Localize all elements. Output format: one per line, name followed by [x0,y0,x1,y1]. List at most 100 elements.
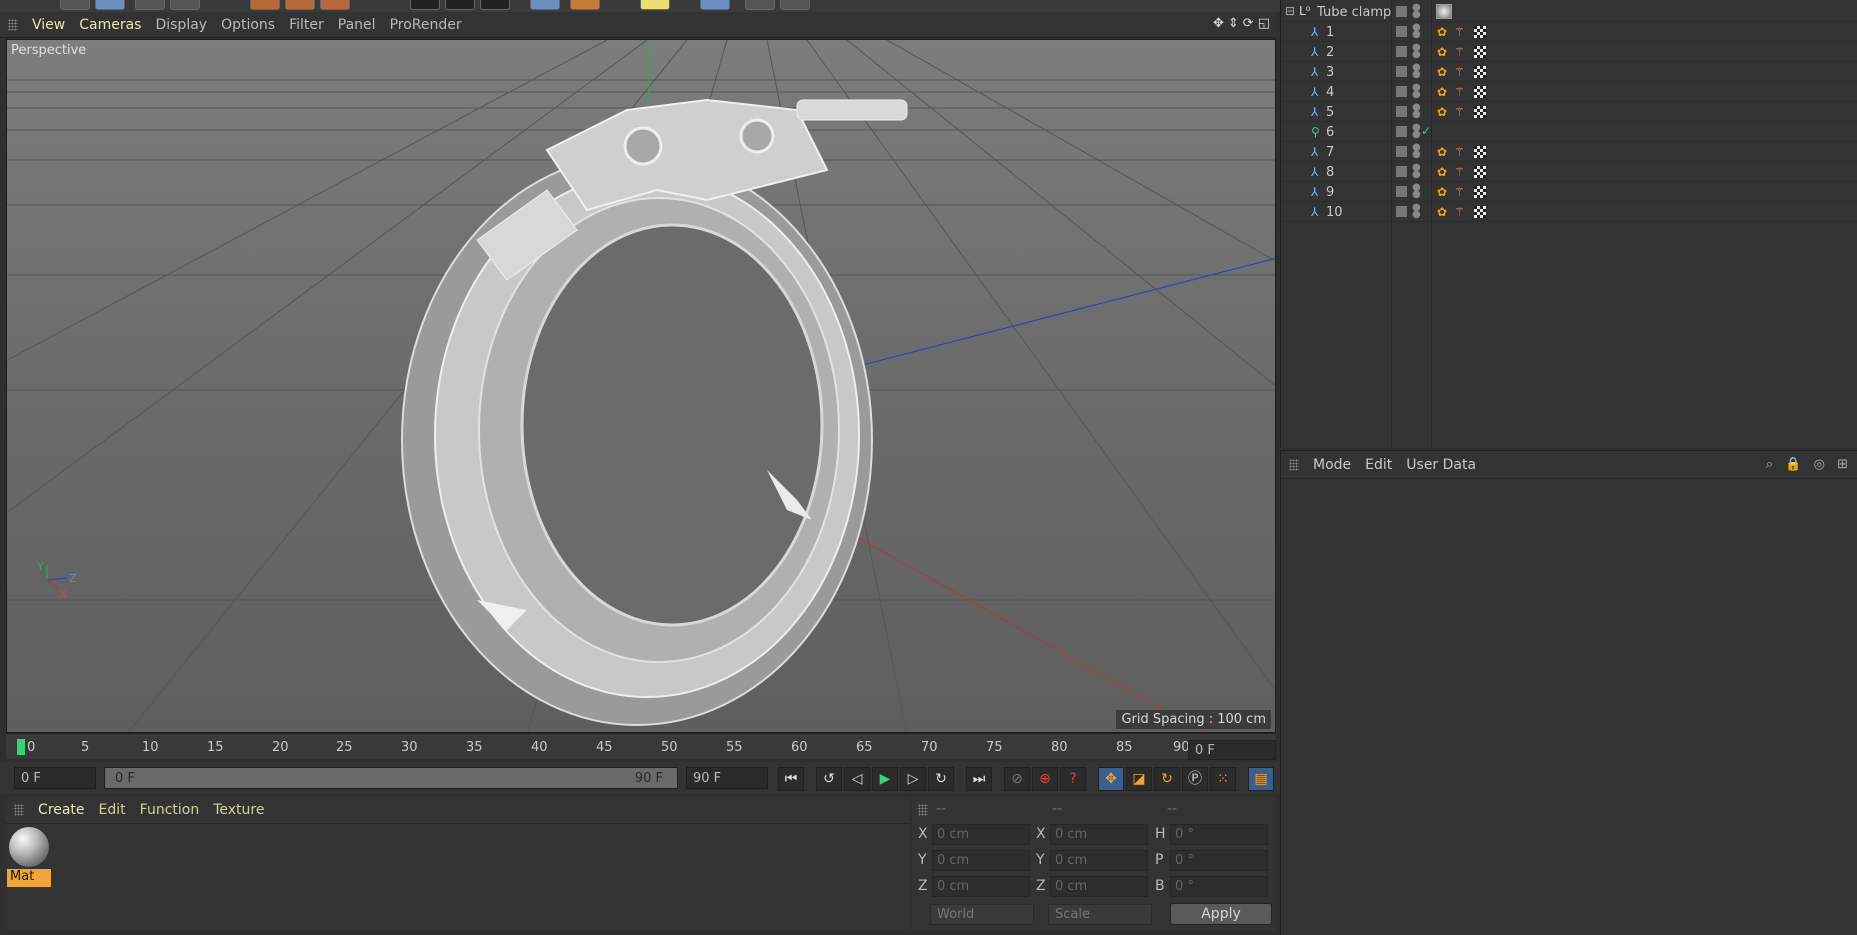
move-view-icon[interactable]: ✥ [1213,16,1224,31]
layer-box-icon[interactable] [1396,86,1407,97]
perspective-viewport[interactable]: Y Z X Perspective Grid Spacing : 100 cm [6,39,1276,733]
collapse-icon[interactable]: ⊟ [1285,4,1295,18]
menu-texture[interactable]: Texture [213,802,264,818]
object-name[interactable]: 10 [1326,205,1343,220]
apply-button[interactable]: Apply [1170,903,1272,925]
layer-box-icon[interactable] [1396,146,1407,157]
object-name[interactable]: 7 [1326,145,1334,160]
uvw-tag-icon[interactable] [1474,146,1486,158]
object-row[interactable]: ⚲ 6 ● ● ✓ [1281,122,1857,142]
weight-tag-icon[interactable]: ⚚ [1454,25,1465,39]
point-level-key-icon[interactable]: ⁙ [1210,767,1236,791]
next-frame-icon[interactable]: ▷ [900,767,926,791]
toolbar-button[interactable] [410,0,440,10]
menu-user-data[interactable]: User Data [1406,457,1476,473]
object-row[interactable]: ⅄ 7 ● ● ✿ ⚚ [1281,142,1857,162]
object-name[interactable]: 6 [1326,125,1334,140]
rotate-view-icon[interactable]: ⟳ [1243,16,1254,31]
toolbar-button[interactable] [480,0,510,10]
weight-tag-icon[interactable]: ⚚ [1454,45,1465,59]
ik-tag-icon[interactable]: ✿ [1437,85,1447,99]
layer-box-icon[interactable] [1396,46,1407,57]
toolbar-button[interactable] [640,0,670,10]
toolbar-button[interactable] [250,0,280,10]
menu-edit[interactable]: Edit [99,802,126,818]
ik-tag-icon[interactable]: ✿ [1437,25,1447,39]
uvw-tag-icon[interactable] [1474,86,1486,98]
menu-panel[interactable]: Panel [338,17,376,33]
uvw-tag-icon[interactable] [1474,166,1486,178]
layer-box-icon[interactable] [1396,106,1407,117]
ik-tag-icon[interactable]: ✿ [1437,145,1447,159]
object-name[interactable]: 3 [1326,65,1334,80]
object-name[interactable]: 5 [1326,105,1334,120]
object-name[interactable]: 1 [1326,25,1334,40]
next-key-icon[interactable]: ↻ [928,767,954,791]
size-mode-dropdown[interactable]: Scale [1048,904,1152,925]
object-row[interactable]: ⅄ 9 ● ● ✿ ⚚ [1281,182,1857,202]
toolbar-button[interactable] [780,0,810,10]
size-x-field[interactable]: 0 cm [1050,824,1148,845]
pos-x-field[interactable]: 0 cm [932,824,1030,845]
autokey-icon[interactable]: ⊕ [1032,767,1058,791]
weight-tag-icon[interactable]: ⚚ [1454,65,1465,79]
menu-edit[interactable]: Edit [1365,457,1392,473]
pos-y-field[interactable]: 0 cm [932,850,1030,871]
layer-box-icon[interactable] [1396,6,1407,17]
weight-tag-icon[interactable]: ⚚ [1454,165,1465,179]
material-name-label[interactable]: Mat [7,869,51,887]
visibility-dots-icon[interactable]: ● ● [1412,163,1421,180]
parameter-key-icon[interactable]: Ⓟ [1182,767,1208,791]
toolbar-button[interactable] [570,0,600,10]
toolbar-button[interactable] [745,0,775,10]
scale-key-icon[interactable]: ◪ [1126,767,1152,791]
layer-box-icon[interactable] [1396,66,1407,77]
layer-box-icon[interactable] [1396,186,1407,197]
weight-tag-icon[interactable]: ⚚ [1454,145,1465,159]
zoom-view-icon[interactable]: ⇕ [1228,16,1239,31]
current-frame-field[interactable]: 0 F [1188,740,1276,760]
timeline-window-icon[interactable]: ▤ [1248,767,1274,791]
attribute-nav-icons[interactable]: ⌕ 🔒 ◎ ⊞ [1766,457,1852,472]
object-name[interactable]: 2 [1326,45,1334,60]
toolbar-button[interactable] [135,0,165,10]
rot-b-field[interactable]: 0 ° [1170,876,1268,897]
layer-box-icon[interactable] [1396,26,1407,37]
toolbar-button[interactable] [170,0,200,10]
object-row[interactable]: ⅄ 4 ● ● ✿ ⚚ [1281,82,1857,102]
object-name[interactable]: 9 [1326,185,1334,200]
keyframe-selection-icon[interactable]: ? [1060,767,1086,791]
panel-grip-icon[interactable] [1289,458,1299,471]
panel-grip-icon[interactable] [918,804,928,816]
go-to-start-icon[interactable]: ⏮ [778,767,804,791]
menu-options[interactable]: Options [221,17,275,33]
panel-grip-icon[interactable] [8,18,18,31]
menu-display[interactable]: Display [155,17,207,33]
object-row[interactable]: ⅄ 10 ● ● ✿ ⚚ [1281,202,1857,222]
position-key-icon[interactable]: ✥ [1098,767,1124,791]
uvw-tag-icon[interactable] [1474,26,1486,38]
layer-box-icon[interactable] [1396,166,1407,177]
rot-p-field[interactable]: 0 ° [1170,850,1268,871]
go-to-end-icon[interactable]: ⏭ [966,767,992,791]
enabled-check-icon[interactable]: ✓ [1421,124,1431,138]
end-frame-field[interactable]: 90 F [686,767,768,789]
object-name[interactable]: 8 [1326,165,1334,180]
visibility-dots-icon[interactable]: ● ● [1412,43,1421,60]
visibility-dots-icon[interactable]: ● ● [1412,23,1421,40]
visibility-dots-icon[interactable]: ● ● [1412,143,1421,160]
visibility-dots-icon[interactable]: ● ● [1412,103,1421,120]
play-icon[interactable]: ▶ [872,767,898,791]
previous-key-icon[interactable]: ↺ [816,767,842,791]
previous-frame-icon[interactable]: ◁ [844,767,870,791]
weight-tag-icon[interactable]: ⚚ [1454,105,1465,119]
visibility-dots-icon[interactable]: ● ● [1412,63,1421,80]
object-row-root[interactable]: ⊟ L⁰ Tube clamp ● ● [1281,2,1857,22]
object-row[interactable]: ⅄ 2 ● ● ✿ ⚚ [1281,42,1857,62]
playhead-marker[interactable] [17,739,25,755]
menu-function[interactable]: Function [140,802,200,818]
uvw-tag-icon[interactable] [1474,186,1486,198]
toolbar-button[interactable] [700,0,730,10]
toolbar-button[interactable] [95,0,125,10]
visibility-dots-icon[interactable]: ● ● [1412,123,1421,140]
